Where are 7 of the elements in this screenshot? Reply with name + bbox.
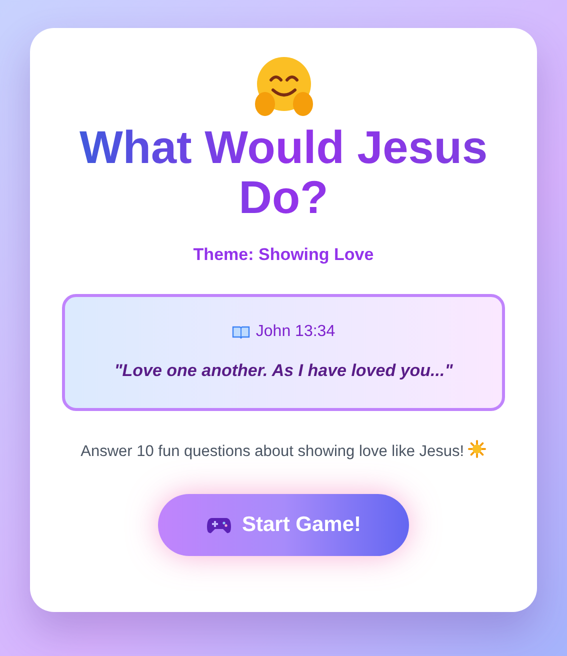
start-game-button[interactable]: Start Game! — [158, 494, 409, 556]
sun-icon — [468, 440, 486, 458]
description: Answer 10 fun questions about showing love like Jesus! — [80, 442, 464, 460]
verse-reference: John 13:34 — [256, 322, 336, 342]
theme-label: Theme: Showing Love — [193, 244, 374, 266]
open-book-icon — [232, 325, 250, 340]
verse-quote: "Love one another. As I have loved you..." — [114, 360, 453, 382]
